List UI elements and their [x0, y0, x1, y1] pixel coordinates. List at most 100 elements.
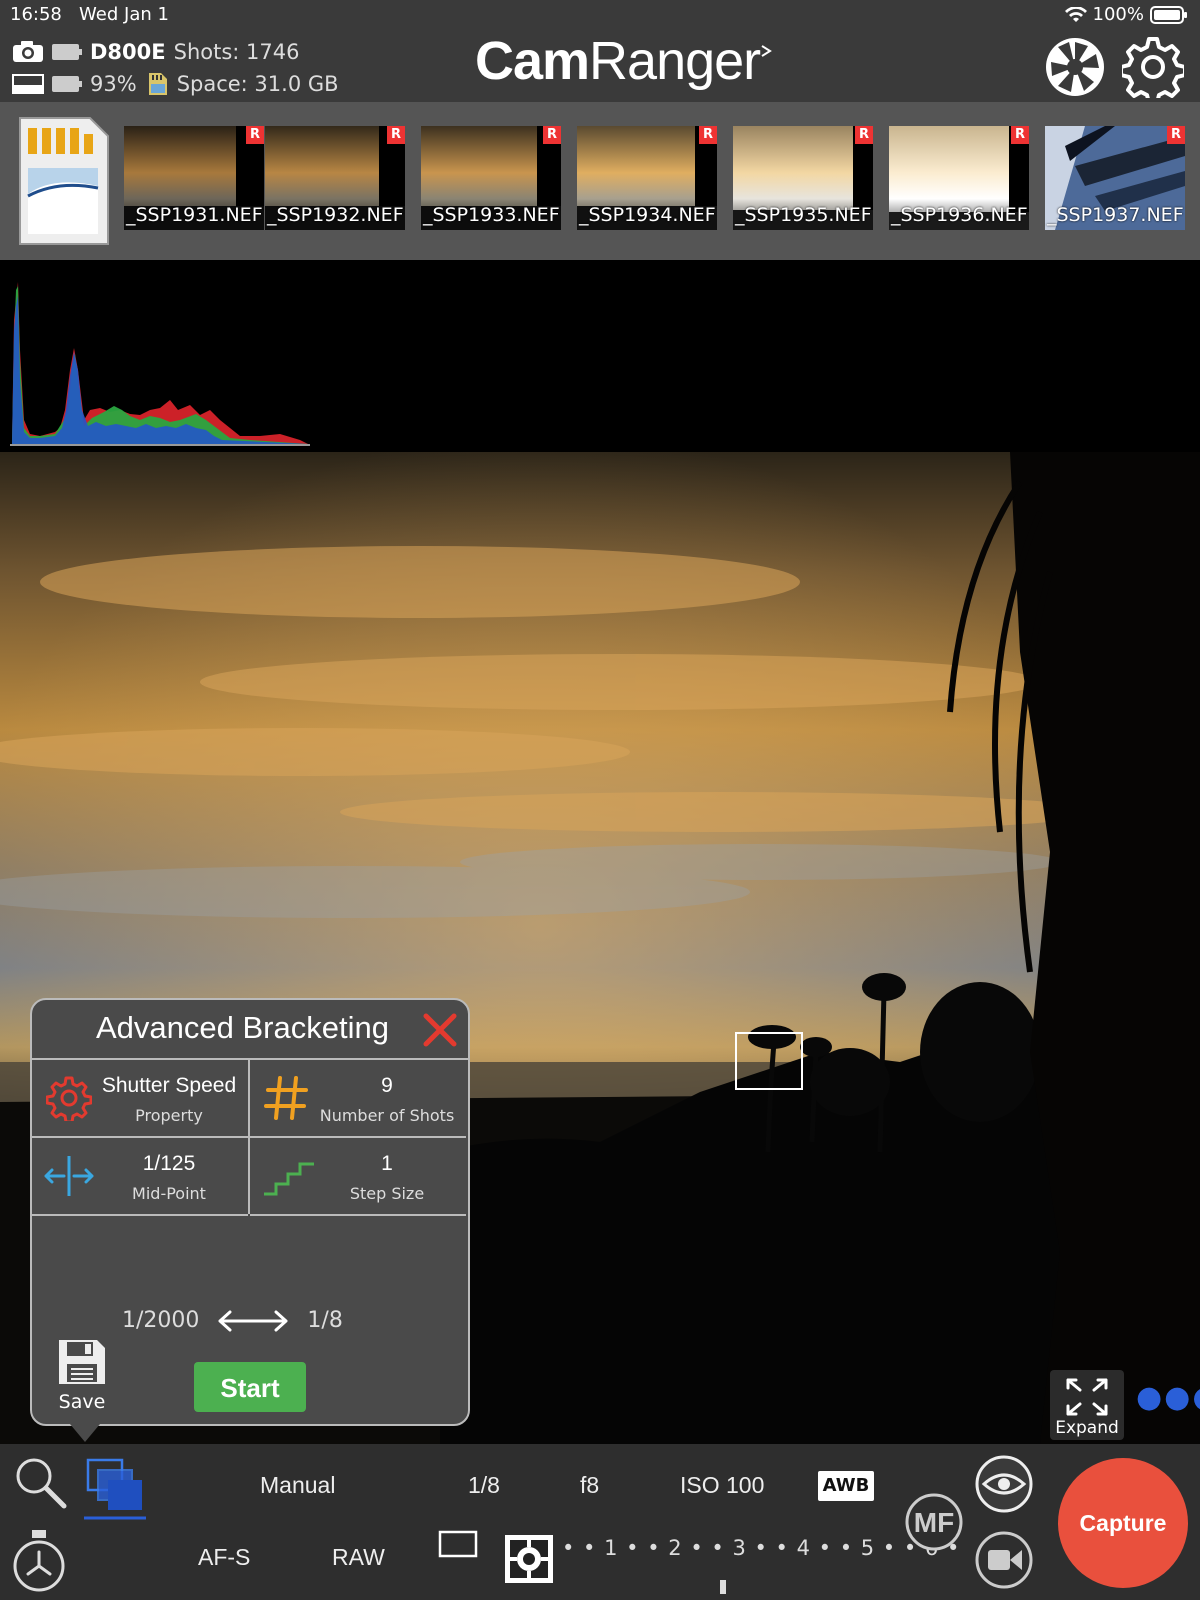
- camera-battery-icon: [52, 44, 82, 60]
- property-value: Shutter Speed: [101, 1074, 237, 1097]
- step-size-setting[interactable]: 1 Step Size: [250, 1138, 466, 1216]
- raw-badge: R: [1011, 126, 1029, 144]
- timer-icon[interactable]: [12, 1528, 66, 1594]
- bottom-toolbar: Manual 1/8 f8 ISO 100 AWB AF-S RAW • • 1…: [0, 1444, 1200, 1600]
- logo-arrow-icon: [761, 45, 773, 57]
- advanced-bracketing-panel: Advanced Bracketing Shutter Speed Proper…: [30, 998, 470, 1426]
- close-icon[interactable]: [422, 1012, 458, 1048]
- white-balance-badge[interactable]: AWB: [818, 1471, 874, 1501]
- thumbnail-filename: _SSP1931.NEF: [126, 204, 263, 226]
- expand-icon: [1066, 1378, 1108, 1416]
- filmstrip: R _SSP1931.NEF R _SSP1932.NEF R _SSP1933…: [0, 102, 1200, 260]
- status-time-date: 16:58 Wed Jan 1: [10, 4, 169, 25]
- thumbnail-filename: _SSP1935.NEF: [735, 204, 872, 226]
- device-battery-text: 100%: [1092, 4, 1144, 25]
- logo-cam-text: Cam: [475, 31, 590, 91]
- raw-badge: R: [387, 126, 405, 144]
- shots-count: Shots: 1746: [173, 40, 300, 64]
- midpoint-value: 1/125: [142, 1152, 196, 1175]
- logo-ranger-text: Ranger: [589, 31, 761, 91]
- range-start: 1/2000: [122, 1308, 200, 1333]
- camranger-logo: CamRanger: [475, 30, 773, 92]
- camera-model: D800E: [90, 40, 166, 64]
- settings-gear-icon[interactable]: [1122, 36, 1184, 98]
- raw-badge: R: [543, 126, 561, 144]
- shots-value: 9: [381, 1074, 393, 1097]
- camera-info: D800E Shots: 1746 93% Space: 31.0 GB: [12, 36, 339, 100]
- thumbnail[interactable]: R _SSP1937.NEF: [1045, 126, 1185, 230]
- shots-setting[interactable]: 9 Number of Shots: [250, 1060, 466, 1138]
- thumbnail-filename: _SSP1937.NEF: [1047, 204, 1184, 226]
- histogram: [10, 282, 310, 446]
- exposure-mode[interactable]: Manual: [260, 1472, 335, 1499]
- hash-icon: [264, 1076, 308, 1120]
- aperture-icon[interactable]: [1044, 36, 1106, 98]
- midpoint-label: Mid-Point: [132, 1184, 206, 1203]
- bracketing-mode-icon[interactable]: [84, 1456, 146, 1520]
- card-slot-icon: [12, 74, 44, 94]
- thumbnail[interactable]: R _SSP1933.NEF: [421, 126, 561, 230]
- raw-badge: R: [246, 126, 264, 144]
- mf-label: MF: [914, 1507, 954, 1538]
- shutter-speed[interactable]: 1/8: [468, 1472, 500, 1499]
- image-format[interactable]: RAW: [332, 1544, 385, 1571]
- status-right: 100%: [1064, 4, 1188, 25]
- battery-level-icon: [52, 76, 82, 92]
- thumbnail[interactable]: R _SSP1934.NEF: [577, 126, 717, 230]
- steps-icon: [264, 1162, 314, 1196]
- metering-mode-icon[interactable]: [504, 1534, 554, 1584]
- video-icon[interactable]: [974, 1530, 1034, 1590]
- app-header: D800E Shots: 1746 93% Space: 31.0 GB Cam…: [0, 30, 1200, 102]
- midpoint-setting[interactable]: 1/125 Mid-Point: [32, 1138, 248, 1216]
- live-view-eye-icon[interactable]: [974, 1454, 1034, 1514]
- histogram-area: [0, 260, 1200, 452]
- save-button[interactable]: Save: [52, 1338, 112, 1413]
- thumbnail-filename: _SSP1934.NEF: [579, 204, 716, 226]
- iso-value[interactable]: ISO 100: [680, 1472, 764, 1499]
- bracket-range: 1/2000 1/8: [122, 1308, 343, 1333]
- aperture-value[interactable]: f8: [580, 1472, 599, 1499]
- status-date: Wed Jan 1: [79, 4, 169, 25]
- shots-label: Number of Shots: [319, 1106, 455, 1125]
- battery-icon: [1150, 5, 1187, 24]
- midpoint-arrows-icon: [44, 1156, 94, 1196]
- focus-point-box[interactable]: [735, 1032, 803, 1090]
- property-setting[interactable]: Shutter Speed Property: [32, 1060, 248, 1138]
- step-label: Step Size: [349, 1184, 425, 1203]
- save-label: Save: [58, 1391, 106, 1413]
- range-end: 1/8: [307, 1308, 343, 1333]
- property-label: Property: [135, 1106, 203, 1125]
- thumbnail-filename: _SSP1933.NEF: [423, 204, 560, 226]
- camera-battery-text: 93%: [90, 72, 137, 96]
- raw-badge: R: [699, 126, 717, 144]
- gear-icon: [46, 1076, 92, 1121]
- aspect-ratio-icon[interactable]: [438, 1530, 478, 1560]
- start-button[interactable]: Start: [194, 1362, 306, 1412]
- step-value: 1: [381, 1152, 393, 1175]
- expand-label: Expand: [1055, 1418, 1119, 1438]
- floppy-disk-icon: [59, 1340, 105, 1384]
- exposure-scale: • • 1 • • 2 • • 3 • • 4 • • 5 • • 6 •: [562, 1536, 961, 1560]
- sd-card-button-icon[interactable]: [18, 116, 110, 246]
- panel-title-bar: Advanced Bracketing: [32, 1000, 468, 1060]
- capture-button[interactable]: Capture: [1058, 1458, 1188, 1588]
- double-arrow-icon: [218, 1310, 288, 1332]
- thumbnail[interactable]: R _SSP1935.NEF: [733, 126, 873, 230]
- raw-badge: R: [1167, 126, 1185, 144]
- thumbnail[interactable]: R _SSP1936.NEF: [889, 126, 1029, 230]
- manual-focus-button[interactable]: MF: [904, 1492, 964, 1552]
- thumbnail[interactable]: R _SSP1932.NEF: [265, 126, 405, 230]
- focus-mode[interactable]: AF-S: [198, 1544, 250, 1571]
- panel-pointer: [70, 1424, 100, 1442]
- cell-divider: [248, 1058, 250, 1214]
- exposure-scale-marker: [720, 1580, 726, 1594]
- thumbnail-filename: _SSP1932.NEF: [267, 204, 404, 226]
- status-bar: 16:58 Wed Jan 1 100%: [0, 0, 1200, 30]
- expand-button[interactable]: Expand: [1050, 1370, 1124, 1440]
- storage-space: Space: 31.0 GB: [176, 72, 339, 96]
- thumbnail[interactable]: R _SSP1931.NEF: [124, 126, 264, 230]
- more-options-icon[interactable]: ●●●: [1136, 1383, 1200, 1413]
- panel-title: Advanced Bracketing: [96, 1010, 389, 1045]
- raw-badge: R: [855, 126, 873, 144]
- search-zoom-icon[interactable]: [12, 1454, 68, 1510]
